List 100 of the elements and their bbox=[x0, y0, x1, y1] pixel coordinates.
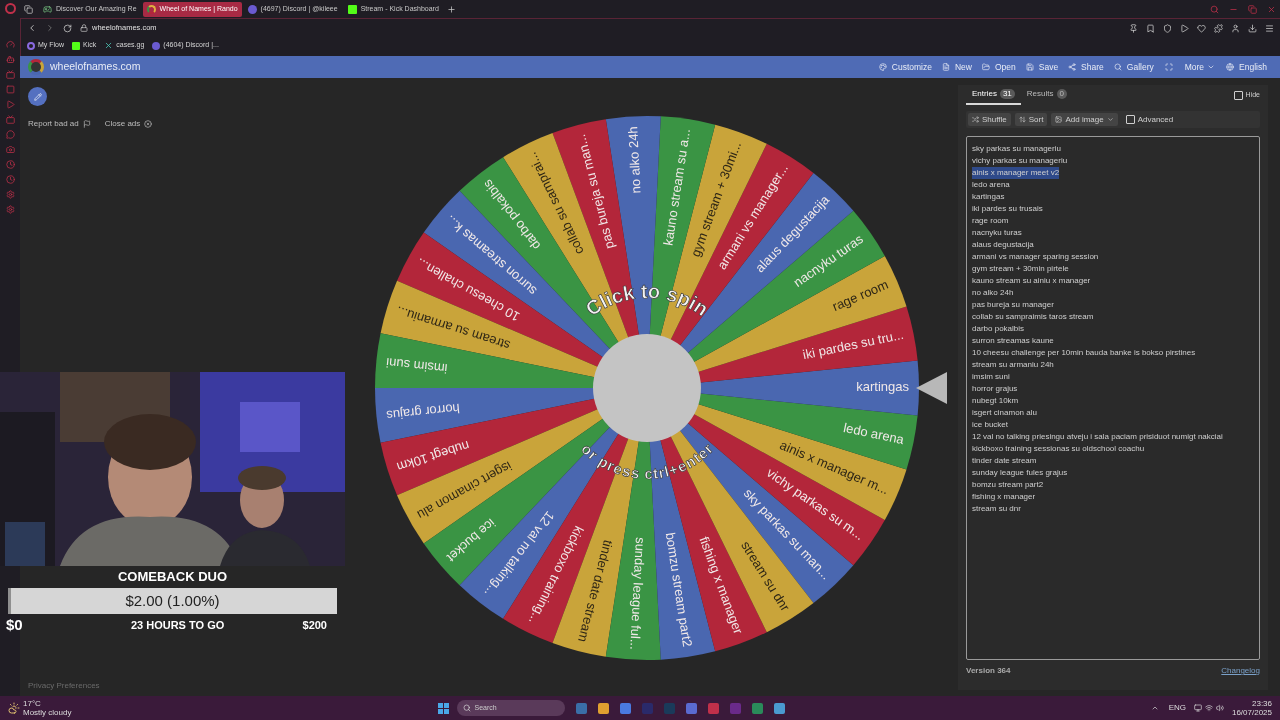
more-button[interactable]: More bbox=[1178, 58, 1222, 76]
language-indicator[interactable]: ENG bbox=[1168, 702, 1186, 714]
entries-textarea[interactable] bbox=[966, 136, 1260, 660]
goal-maximum: $200 bbox=[302, 618, 327, 633]
camera-icon[interactable] bbox=[5, 145, 15, 154]
wheel-pointer bbox=[916, 372, 947, 404]
tool-button[interactable]: Add image bbox=[1051, 113, 1118, 126]
app-icon[interactable] bbox=[773, 702, 785, 714]
entry-line: bomzu stream part2 bbox=[972, 479, 1044, 491]
puzzle-icon[interactable] bbox=[1214, 23, 1223, 33]
download-icon[interactable] bbox=[1248, 23, 1257, 33]
entry-line: 10 cheesu challenge per 10min bauda banke is bokso pirstines bbox=[972, 347, 1196, 359]
robot-icon[interactable] bbox=[5, 55, 15, 64]
wifi-icon[interactable] bbox=[1204, 704, 1213, 712]
app-icon[interactable] bbox=[619, 702, 631, 714]
menu-button[interactable]: Open bbox=[976, 58, 1021, 76]
entry-line: surron streamas kaune bbox=[972, 335, 1054, 347]
speaker-icon[interactable] bbox=[1215, 704, 1224, 712]
forward-icon[interactable] bbox=[45, 23, 55, 33]
entry-line: kickboxo training sessionas su oldschool coachu bbox=[972, 443, 1145, 455]
shuffle-icon bbox=[972, 116, 979, 123]
tab-list-icon[interactable] bbox=[24, 4, 33, 14]
browser-logo-icon[interactable] bbox=[4, 3, 16, 14]
clock-icon[interactable] bbox=[5, 160, 15, 169]
reload-icon[interactable] bbox=[63, 23, 72, 33]
chat-icon[interactable] bbox=[5, 130, 15, 139]
wheel-label: iki pardes su tru... bbox=[801, 326, 905, 363]
site-title[interactable]: wheelofnames.com bbox=[50, 59, 141, 75]
windows-start-icon[interactable] bbox=[437, 702, 449, 714]
menu-button[interactable]: Customize bbox=[873, 58, 937, 76]
sort-icon bbox=[1018, 116, 1026, 123]
cross-icon bbox=[104, 41, 114, 50]
shield-icon[interactable] bbox=[1163, 23, 1172, 33]
app-icon[interactable] bbox=[597, 702, 609, 714]
entry-line: darbo pokalbis bbox=[972, 323, 1025, 335]
advanced-checkbox[interactable] bbox=[1125, 115, 1135, 124]
app-icon[interactable] bbox=[751, 702, 763, 714]
goal-title: COMEBACK DUO bbox=[116, 568, 229, 586]
image-icon bbox=[1055, 116, 1063, 123]
menu-button[interactable]: Share bbox=[1063, 58, 1109, 76]
app-icon[interactable] bbox=[575, 702, 587, 714]
clock-date[interactable]: 16/07/2025 bbox=[1231, 708, 1272, 717]
changelog-link[interactable]: Changelog bbox=[1221, 665, 1260, 677]
wheel-label: kauno stream su a... bbox=[660, 127, 694, 247]
site-logo-icon[interactable] bbox=[28, 59, 44, 75]
count-badge: 0 bbox=[1056, 89, 1067, 99]
tool-button[interactable]: Sort bbox=[1014, 113, 1048, 126]
tv-icon[interactable] bbox=[5, 70, 15, 79]
entry-line: imsim suni bbox=[972, 371, 1010, 383]
search-icon bbox=[1113, 63, 1122, 71]
panel-tab[interactable]: Results 0 bbox=[1020, 85, 1073, 105]
entry-line: alaus degustacija bbox=[972, 239, 1034, 251]
hide-checkbox[interactable] bbox=[1233, 90, 1243, 100]
advanced-label: Advanced bbox=[1137, 113, 1174, 126]
settings-icon[interactable] bbox=[5, 190, 15, 199]
user-icon[interactable] bbox=[1231, 23, 1240, 33]
panel-tab[interactable]: Entries 31 bbox=[966, 85, 1021, 105]
monitor-icon[interactable] bbox=[1193, 704, 1202, 712]
caret-icon bbox=[1207, 63, 1216, 71]
goal-minimum: $0 bbox=[6, 615, 23, 635]
back-icon[interactable] bbox=[27, 23, 37, 33]
heart-icon[interactable] bbox=[1197, 23, 1206, 33]
clock-icon[interactable] bbox=[5, 175, 15, 184]
entry-line: rage room bbox=[972, 215, 1009, 227]
pin-icon[interactable] bbox=[1129, 23, 1138, 33]
wheel-label: nubegt 10km bbox=[395, 437, 472, 475]
menu-button[interactable]: Save bbox=[1020, 58, 1064, 76]
wheel-label: sunday league ful... bbox=[627, 536, 648, 651]
clock-time[interactable]: 23:36 bbox=[1252, 699, 1272, 708]
menu-icon[interactable] bbox=[1265, 23, 1274, 33]
language-button[interactable]: English bbox=[1221, 58, 1272, 76]
close-icon bbox=[144, 120, 153, 128]
entry-line: kauno stream su ainiu x manager bbox=[972, 275, 1091, 287]
app-icon[interactable] bbox=[685, 702, 697, 714]
avatar-icon bbox=[152, 41, 161, 50]
bookmark-icon[interactable] bbox=[1146, 23, 1155, 33]
wheel-label: no alko 24h bbox=[625, 126, 644, 194]
menu-button[interactable]: Gallery bbox=[1108, 58, 1159, 76]
settings-icon[interactable] bbox=[5, 205, 15, 214]
folder-icon bbox=[981, 63, 990, 71]
play-icon[interactable] bbox=[1180, 23, 1189, 33]
report-ad-button[interactable]: Report bad ad bbox=[28, 118, 91, 130]
entry-line: horror grajus bbox=[972, 383, 1018, 395]
gamepad-icon bbox=[43, 4, 52, 14]
menu-button[interactable]: New bbox=[936, 58, 977, 76]
tv-icon[interactable] bbox=[5, 115, 15, 124]
search-icon[interactable] bbox=[1210, 4, 1219, 14]
chevron-icon[interactable] bbox=[1150, 704, 1159, 712]
edit-button[interactable] bbox=[28, 87, 47, 106]
version-label: Version 364 bbox=[966, 665, 1011, 677]
entry-line: isgert cinamon alu bbox=[972, 407, 1037, 419]
new-tab-icon[interactable] bbox=[446, 4, 456, 14]
close-icon[interactable] bbox=[1267, 4, 1276, 14]
wheel-label: rage room bbox=[829, 276, 891, 314]
temperature-label: 17°C bbox=[23, 699, 42, 708]
close-ads-button[interactable]: Close ads bbox=[104, 118, 153, 130]
tool-button[interactable]: Shuffle bbox=[968, 113, 1011, 126]
entry-line: iki pardes su trusais bbox=[972, 203, 1043, 215]
globe-icon bbox=[1226, 63, 1235, 71]
flag-icon bbox=[82, 120, 91, 128]
